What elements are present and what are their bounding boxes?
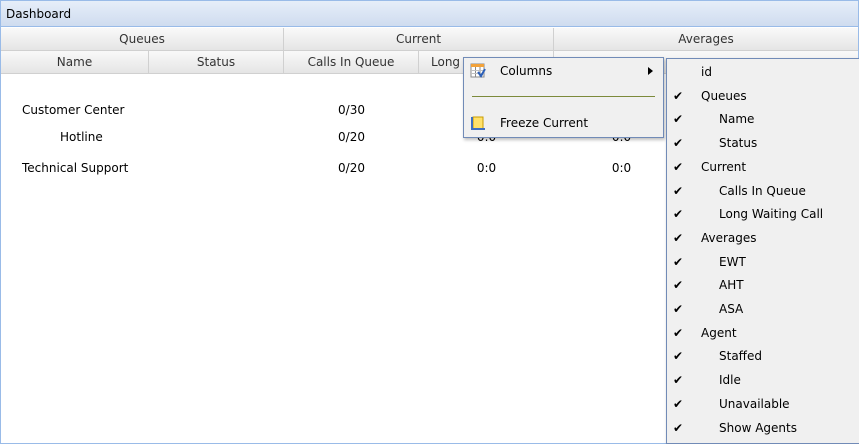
checkmark-icon: ✔: [672, 230, 684, 245]
column-header-name[interactable]: Name: [1, 51, 149, 74]
menu-item-columns[interactable]: Columns: [464, 60, 663, 82]
column-toggle-item[interactable]: ✔ Queues: [667, 85, 859, 108]
column-header-calls-in-queue[interactable]: Calls In Queue: [284, 51, 419, 74]
column-toggle-label: EWT: [719, 254, 746, 269]
column-toggle-label: Name: [719, 112, 755, 127]
columns-submenu: id ✔ Queues ✔ Name ✔ Status ✔ Current ✔ Calls In Q…: [666, 58, 859, 444]
calls-in-queue-value: 0/30: [338, 103, 365, 117]
long-waiting-call-value: 0:0: [476, 161, 497, 175]
column-toggle-label: Staffed: [719, 349, 762, 364]
column-toggle-label: Calls In Queue: [719, 183, 806, 198]
checkmark-icon: ✔: [672, 88, 684, 103]
columns-icon: [470, 63, 486, 79]
queue-name: Hotline: [60, 130, 103, 144]
column-toggle-item[interactable]: ✔ Current: [667, 156, 859, 179]
column-toggle-label: id: [701, 65, 712, 79]
column-header-menu: Columns Freeze Current: [463, 57, 664, 138]
checkmark-icon: ✔: [672, 325, 684, 340]
menu-item-columns-label: Columns: [500, 64, 553, 78]
checkmark-icon: ✔: [672, 396, 684, 411]
column-toggle-item[interactable]: ✔ Status: [667, 132, 859, 155]
column-toggle-item[interactable]: ✔ Averages: [667, 227, 859, 250]
column-toggle-item[interactable]: ✔ Long Waiting Call: [667, 203, 859, 226]
column-toggle-label: Averages: [701, 230, 757, 245]
queue-name: Technical Support: [22, 161, 129, 175]
checkmark-icon: ✔: [672, 207, 684, 222]
queue-name: Customer Center: [22, 103, 125, 117]
checkmark-icon: ✔: [672, 420, 684, 435]
column-header-status[interactable]: Status: [149, 51, 284, 74]
column-toggle-label: Agent: [701, 325, 737, 340]
column-toggle-item[interactable]: ✔ Name: [667, 108, 859, 131]
column-toggle-label: Idle: [719, 373, 741, 388]
column-toggle-item[interactable]: ✔ Agent: [667, 322, 859, 345]
freeze-icon: [470, 115, 486, 131]
column-toggle-label: ASA: [719, 302, 744, 316]
column-toggle-item[interactable]: ✔ Show Agents: [667, 417, 859, 440]
column-toggle-item[interactable]: ✔ EWT: [667, 251, 859, 274]
column-toggle-item[interactable]: ✔ ASA: [667, 298, 859, 321]
column-toggle-item[interactable]: ✔ Idle: [667, 369, 859, 392]
column-toggle-item[interactable]: ✔ Calls In Queue: [667, 180, 859, 203]
menu-item-freeze-label: Freeze Current: [500, 116, 589, 130]
column-toggle-item[interactable]: id: [667, 61, 859, 84]
checkmark-icon: ✔: [672, 302, 684, 316]
calls-in-queue-value: 0/20: [338, 161, 365, 175]
checkmark-icon: ✔: [672, 254, 684, 269]
column-toggle-label: Long Waiting Call: [719, 207, 824, 222]
group-header-averages[interactable]: Averages: [554, 28, 858, 51]
column-toggle-label: Unavailable: [719, 396, 790, 411]
checkmark-icon: ✔: [672, 112, 684, 127]
submenu-arrow-icon: [648, 67, 653, 75]
column-toggle-label: Current: [701, 159, 747, 174]
column-toggle-item[interactable]: ✔ Unavailable: [667, 393, 859, 416]
column-toggle-label: Show Agents: [719, 420, 797, 435]
column-toggle-item[interactable]: ✔ Staffed: [667, 345, 859, 368]
panel-title: Dashboard: [1, 1, 858, 27]
menu-separator: [472, 96, 655, 97]
group-header-current[interactable]: Current: [284, 28, 554, 51]
column-toggle-label: AHT: [719, 278, 744, 293]
checkmark-icon: ✔: [672, 183, 684, 198]
checkmark-icon: ✔: [672, 278, 684, 293]
column-toggle-label: Status: [719, 136, 758, 151]
group-header-queues[interactable]: Queues: [1, 28, 284, 51]
checkmark-icon: ✔: [672, 349, 684, 364]
column-toggle-label: Queues: [701, 88, 747, 103]
checkmark-icon: ✔: [672, 373, 684, 388]
column-toggle-item[interactable]: ✔ AHT: [667, 274, 859, 297]
menu-item-freeze-current[interactable]: Freeze Current: [464, 112, 663, 134]
checkmark-icon: ✔: [672, 136, 684, 151]
checkmark-icon: ✔: [672, 159, 684, 174]
calls-in-queue-value: 0/20: [338, 130, 365, 144]
